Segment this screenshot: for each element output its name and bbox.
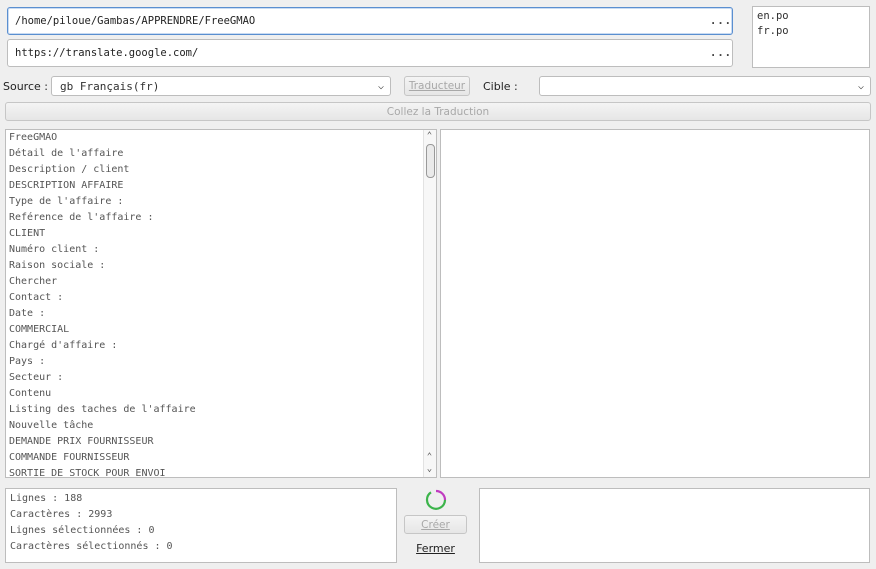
source-text-list[interactable]: FreeGMAO Détail de l'affaire Description /… — [5, 129, 437, 478]
po-file-item[interactable]: fr.po — [757, 24, 865, 39]
source-line-item[interactable]: Contenu — [6, 386, 423, 402]
close-button[interactable]: Fermer — [404, 539, 467, 557]
browse-url-button[interactable]: ... — [710, 47, 732, 59]
translator-button[interactable]: Traducteur — [404, 76, 470, 96]
stats-panel: Lignes : 188 Caractères : 2993 Lignes sé… — [5, 488, 397, 563]
source-line-item[interactable]: Type de l'affaire : — [6, 194, 423, 210]
source-line-item[interactable]: Reférence de l'affaire : — [6, 210, 423, 226]
source-line-item[interactable]: Chercher — [6, 274, 423, 290]
source-line-item[interactable]: CLIENT — [6, 226, 423, 242]
source-line-item[interactable]: Contact : — [6, 290, 423, 306]
source-line-item[interactable]: Secteur : — [6, 370, 423, 386]
stat-selected-chars: Caractères sélectionnés : 0 — [10, 541, 173, 552]
source-line-item[interactable]: Pays : — [6, 354, 423, 370]
target-language-select[interactable]: ⌵ — [539, 76, 871, 96]
source-line-item[interactable]: Chargé d'affaire : — [6, 338, 423, 354]
paste-translation-label: Collez la Traduction — [386, 105, 490, 118]
create-button-label: Créer — [421, 518, 450, 531]
source-line-item[interactable]: Raison sociale : — [6, 258, 423, 274]
url-field[interactable]: https://translate.google.com/ ... — [7, 39, 733, 67]
source-line-item[interactable]: COMMANDE FOURNISSEUR — [6, 450, 423, 466]
source-line-item[interactable]: DESCRIPTION AFFAIRE — [6, 178, 423, 194]
spinner-icon — [425, 489, 447, 511]
scroll-down-icon[interactable]: ⌄ — [424, 464, 435, 474]
scroll-up-icon[interactable]: ⌃ — [424, 131, 435, 141]
stat-selected-lines: Lignes sélectionnées : 0 — [10, 525, 155, 536]
source-language-select[interactable]: gb Français(fr) ⌵ — [51, 76, 391, 96]
source-line-item[interactable]: Numéro client : — [6, 242, 423, 258]
translator-button-label: Traducteur — [408, 80, 466, 92]
project-path-text: /home/piloue/Gambas/APPRENDRE/FreeGMAO — [15, 15, 256, 27]
source-line-item[interactable]: COMMERCIAL — [6, 322, 423, 338]
scroll-up-icon[interactable]: ⌃ — [424, 452, 435, 462]
stat-lines: Lignes : 188 — [10, 493, 83, 504]
source-line-item[interactable]: FreeGMAO — [6, 130, 423, 146]
po-file-list[interactable]: en.po fr.po — [752, 6, 870, 68]
paste-translation-button[interactable]: Collez la Traduction — [5, 102, 871, 121]
project-path-field[interactable]: /home/piloue/Gambas/APPRENDRE/FreeGMAO .… — [7, 7, 733, 35]
stat-chars: Caractères : 2993 — [10, 509, 113, 520]
source-line-item[interactable]: Description / client — [6, 162, 423, 178]
target-label: Cible : — [483, 79, 518, 93]
source-line-item[interactable]: Nouvelle tâche — [6, 418, 423, 434]
source-language-value: gb Français(fr) — [60, 79, 160, 93]
source-label: Source : — [3, 79, 48, 93]
chevron-down-icon: ⌵ — [377, 80, 385, 92]
source-line-item[interactable]: Listing des taches de l'affaire — [6, 402, 423, 418]
browse-project-button[interactable]: ... — [710, 15, 732, 27]
source-line-item[interactable]: DEMANDE PRIX FOURNISSEUR — [6, 434, 423, 450]
scroll-thumb[interactable] — [426, 144, 435, 178]
source-line-item[interactable]: Date : — [6, 306, 423, 322]
close-button-label: Fermer — [416, 541, 455, 555]
create-button[interactable]: Créer — [404, 515, 467, 534]
chevron-down-icon: ⌵ — [857, 80, 865, 92]
url-text: https://translate.google.com/ — [15, 47, 199, 59]
source-line-item[interactable]: SORTIE DE STOCK POUR ENVOI — [6, 466, 423, 477]
source-line-item[interactable]: Détail de l'affaire — [6, 146, 423, 162]
po-file-item[interactable]: en.po — [757, 9, 865, 24]
output-info-panel — [479, 488, 870, 563]
source-scrollbar[interactable]: ⌃ ⌃ ⌄ — [423, 130, 436, 477]
translation-text-area[interactable] — [440, 129, 870, 478]
